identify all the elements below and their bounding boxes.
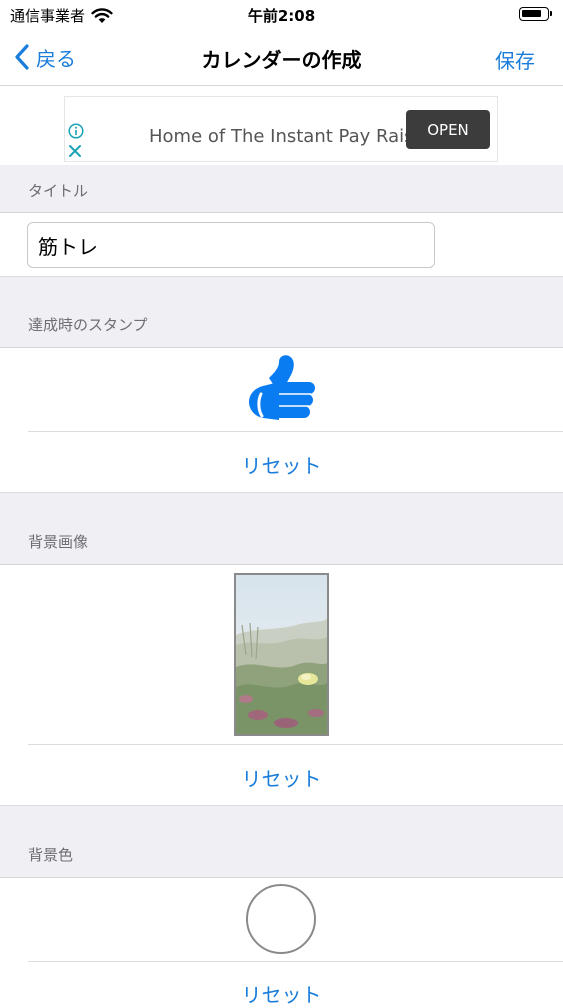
status-time: 午前2:08: [247, 7, 316, 25]
ad-text[interactable]: Home of The Instant Pay Raise: [149, 126, 425, 147]
background-image-thumbnail[interactable]: [234, 573, 329, 736]
battery-icon: [519, 7, 552, 21]
background-color-reset-button[interactable]: リセット: [0, 979, 563, 1008]
background-image-picture: [236, 575, 327, 734]
thumbs-up-icon[interactable]: [245, 354, 319, 424]
save-button[interactable]: 保存: [495, 45, 535, 74]
ad-banner[interactable]: Home of The Instant Pay Raise OPEN: [64, 96, 498, 162]
title-input[interactable]: [27, 222, 435, 268]
ad-info-icon[interactable]: [68, 123, 84, 139]
section-label-background-image: 背景画像: [28, 533, 89, 551]
ad-open-button[interactable]: OPEN: [406, 110, 490, 149]
divider: [28, 961, 563, 962]
section-label-title: タイトル: [28, 182, 89, 200]
page-title: カレンダーの作成: [201, 48, 362, 72]
ad-close-icon[interactable]: [68, 144, 82, 158]
navigation-bar: 戻る カレンダーの作成 保存: [0, 30, 563, 86]
background-image-reset-button[interactable]: リセット: [0, 763, 563, 792]
section-label-stamp: 達成時のスタンプ: [28, 316, 148, 334]
status-bar: 通信事業者 午前2:08: [0, 0, 563, 30]
stamp-reset-button[interactable]: リセット: [0, 450, 563, 479]
section-header-title: タイトル: [0, 165, 563, 213]
section-label-background-color: 背景色: [28, 846, 74, 864]
divider: [28, 744, 563, 745]
divider: [28, 431, 563, 432]
background-color-swatch[interactable]: [246, 884, 316, 954]
section-header-background-color: 背景色: [0, 806, 563, 878]
section-header-stamp: 達成時のスタンプ: [0, 277, 563, 348]
section-header-background-image: 背景画像: [0, 493, 563, 565]
